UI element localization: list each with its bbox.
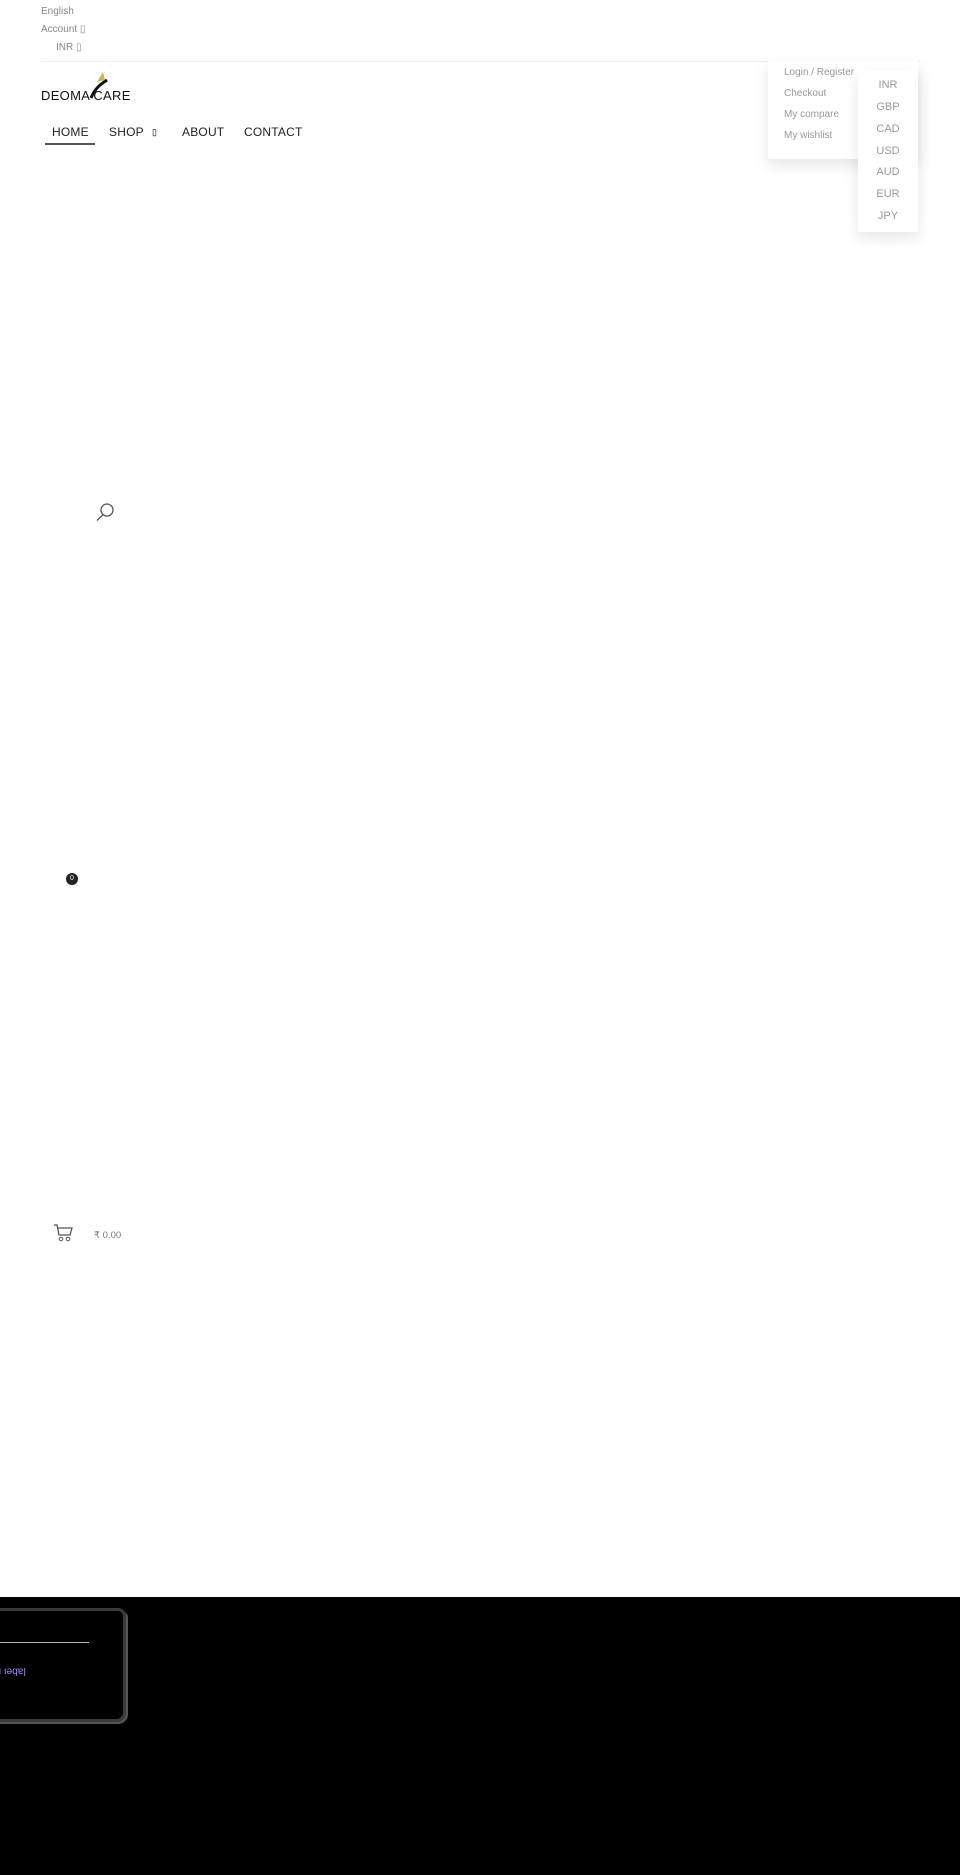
chevron-down-icon: ▯: [152, 127, 157, 137]
nav-home[interactable]: HOME: [52, 125, 89, 139]
footer-link[interactable]: ɓu ıǝqɐן: [0, 1666, 26, 1677]
account-menu-toggle[interactable]: Account ▯: [41, 24, 85, 35]
currency-toggle[interactable]: INR ▯: [56, 42, 82, 53]
language-selector[interactable]: English: [41, 6, 74, 17]
search-icon[interactable]: [95, 502, 115, 522]
currency-label: INR: [56, 42, 74, 53]
footer: [0, 1597, 960, 1875]
currency-option[interactable]: EUR: [858, 188, 918, 200]
menu-compare[interactable]: My compare: [784, 109, 839, 120]
menu-checkout[interactable]: Checkout: [784, 88, 826, 99]
menu-wishlist[interactable]: My wishlist: [784, 130, 832, 141]
footer-divider: [0, 1642, 89, 1643]
currency-option[interactable]: GBP: [858, 101, 918, 113]
currency-option[interactable]: INR: [858, 79, 918, 91]
menu-login-register[interactable]: Login / Register: [784, 67, 854, 78]
cart-icon[interactable]: [53, 1224, 73, 1242]
chevron-down-icon: ▯: [79, 24, 86, 35]
account-label: Account: [41, 24, 78, 35]
cart-count-badge: 0: [66, 873, 78, 885]
nav-about[interactable]: ABOUT: [182, 125, 224, 139]
currency-option[interactable]: JPY: [858, 210, 918, 222]
nav-shop[interactable]: SHOP: [109, 125, 144, 139]
logo[interactable]: DEOMA CARE: [41, 70, 131, 103]
logo-text: DEOMA CARE: [41, 88, 131, 103]
footer-popup: y. ɓu ıǝqɐן: [0, 1608, 126, 1722]
chevron-down-icon: ▯: [76, 42, 82, 53]
currency-dropdown: INR GBP CAD USD AUD EUR JPY: [858, 70, 918, 232]
active-underline: [45, 143, 95, 145]
currency-option[interactable]: USD: [858, 145, 918, 157]
cart-total[interactable]: ₹ 0.00: [94, 1230, 121, 1241]
nav-contact[interactable]: CONTACT: [244, 125, 303, 139]
currency-option[interactable]: AUD: [858, 166, 918, 178]
currency-option[interactable]: CAD: [858, 123, 918, 135]
